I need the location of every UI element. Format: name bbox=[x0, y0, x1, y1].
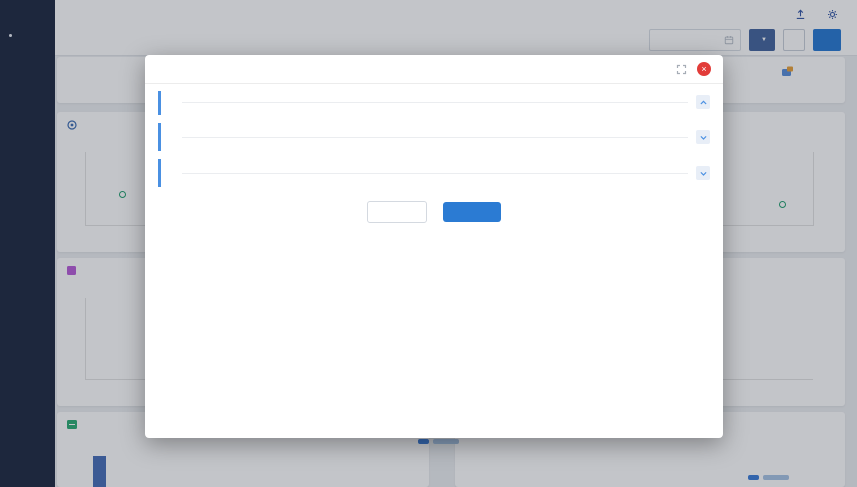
divider bbox=[182, 172, 688, 174]
project-section-1 bbox=[158, 91, 710, 115]
modal-body bbox=[145, 84, 723, 195]
expand-button[interactable] bbox=[696, 166, 710, 180]
section-header[interactable] bbox=[169, 123, 710, 151]
divider bbox=[182, 101, 688, 103]
section-header[interactable] bbox=[169, 159, 710, 187]
close-icon[interactable]: × bbox=[697, 62, 711, 76]
modal-confirm-button[interactable] bbox=[443, 202, 501, 222]
param-config-modal: × bbox=[145, 55, 723, 438]
previous-step-button[interactable] bbox=[367, 201, 427, 223]
modal-header: × bbox=[145, 55, 723, 84]
project-section-2 bbox=[158, 123, 710, 151]
fullscreen-icon[interactable] bbox=[676, 64, 687, 75]
expand-button[interactable] bbox=[696, 130, 710, 144]
collapse-button[interactable] bbox=[696, 95, 710, 109]
modal-footer bbox=[145, 197, 723, 227]
project-section-3 bbox=[158, 159, 710, 187]
divider bbox=[182, 136, 688, 138]
section-header[interactable] bbox=[169, 91, 710, 113]
